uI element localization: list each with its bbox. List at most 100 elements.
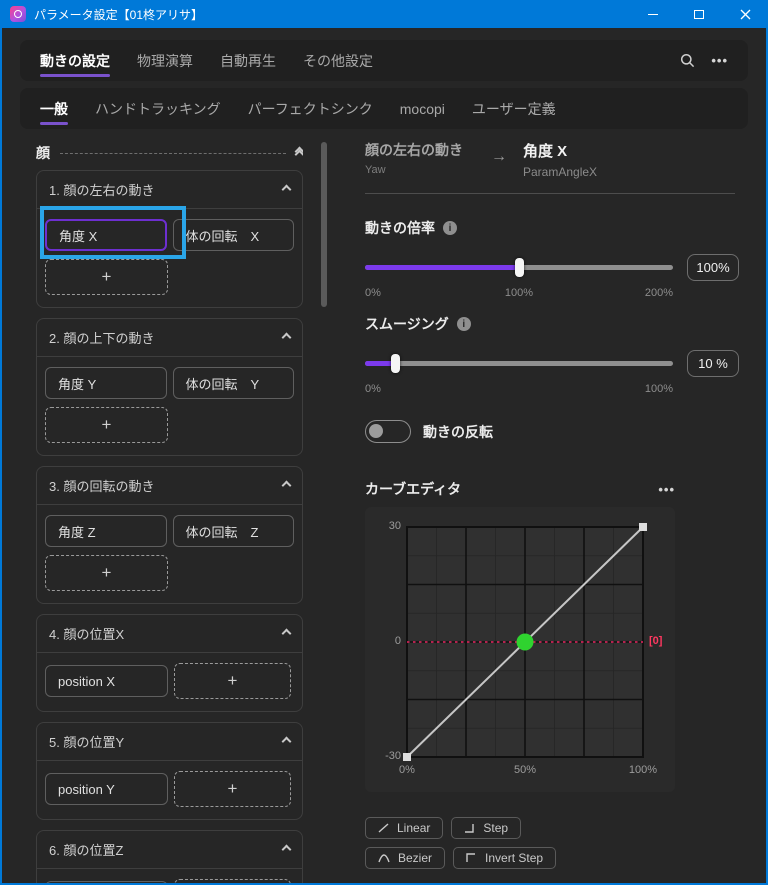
- mapping-header: 顔の左右の動き Yaw → 角度 X ParamAngleX: [365, 140, 748, 179]
- scrollbar-thumb[interactable]: [321, 142, 327, 307]
- multiplier-slider[interactable]: [365, 258, 673, 277]
- section-header[interactable]: 5. 顔の位置Y: [37, 723, 302, 761]
- close-icon: [740, 9, 750, 19]
- sidebar-scrollbar: [321, 142, 327, 879]
- subtab-user-defined[interactable]: ユーザー定義: [472, 88, 556, 129]
- chevron-up-icon: [281, 480, 292, 491]
- chevron-up-icon: [281, 628, 292, 639]
- add-param-button[interactable]: +: [45, 555, 168, 591]
- tab-other-settings[interactable]: その他設定: [303, 40, 373, 81]
- subtab-perfect-sync[interactable]: パーフェクトシンク: [248, 88, 373, 129]
- smoothing-ticks: 0% 100%: [365, 383, 673, 395]
- subtab-hand-tracking[interactable]: ハンドトラッキング: [95, 88, 221, 129]
- invert-step-icon: [466, 853, 476, 862]
- subtab-mocopi[interactable]: mocopi: [400, 88, 445, 129]
- chevron-up-icon: [281, 844, 292, 855]
- multiplier-ticks: 0% 100% 200%: [365, 287, 673, 299]
- info-icon[interactable]: i: [456, 317, 471, 331]
- section-face-position-y: 5. 顔の位置Y position Y +: [36, 722, 303, 820]
- maximize-button[interactable]: [676, 0, 722, 28]
- more-menu-icon[interactable]: •••: [711, 53, 728, 68]
- add-param-button[interactable]: +: [174, 663, 291, 699]
- tab-physics[interactable]: 物理演算: [137, 40, 193, 81]
- collapse-all-icon[interactable]: [294, 146, 303, 160]
- divider: [365, 193, 735, 194]
- curve-endpoint-max[interactable]: [639, 523, 647, 531]
- section-face-horizontal: 1. 顔の左右の動き 角度 X 体の回転 X +: [36, 170, 303, 308]
- dashed-divider: [60, 152, 286, 154]
- y-axis-tick: 0: [394, 635, 401, 647]
- maximize-icon: [694, 9, 704, 19]
- param-button-position-y[interactable]: position Y: [45, 773, 168, 805]
- section-header[interactable]: 3. 顔の回転の動き: [37, 467, 302, 505]
- add-param-button[interactable]: +: [174, 879, 291, 883]
- param-button-body-rotation-x[interactable]: 体の回転 X: [172, 219, 294, 251]
- minimize-icon: [648, 13, 658, 15]
- step-icon: [465, 824, 475, 833]
- group-header-face[interactable]: 顔: [36, 140, 303, 166]
- invert-motion-toggle[interactable]: [365, 420, 411, 443]
- invert-motion-label: 動きの反転: [423, 423, 493, 440]
- param-button-body-rotation-z[interactable]: 体の回転 Z: [172, 515, 294, 547]
- group-title: 顔: [36, 145, 50, 161]
- section-face-position-z: 6. 顔の位置Z scale +: [36, 830, 303, 883]
- curve-menu-icon[interactable]: •••: [658, 482, 675, 497]
- tab-auto-play[interactable]: 自動再生: [220, 40, 276, 81]
- parameter-sidebar: 顔 1. 顔の左右の動き 角度 X 体の回転 X + 2. 顔の上下の動き 角度…: [36, 140, 303, 883]
- add-param-button[interactable]: +: [45, 407, 168, 443]
- parameter-detail-pane: 顔の左右の動き Yaw → 角度 X ParamAngleX 動きの倍率 i 1…: [365, 140, 748, 869]
- chevron-up-icon: [281, 332, 292, 343]
- section-header[interactable]: 4. 顔の位置X: [37, 615, 302, 653]
- param-button-angle-z[interactable]: 角度 Z: [45, 515, 167, 547]
- param-button-scale[interactable]: scale: [45, 881, 168, 883]
- x-axis-tick: 100%: [628, 764, 658, 776]
- sub-tab-bar: 一般 ハンドトラッキング パーフェクトシンク mocopi ユーザー定義: [20, 88, 748, 129]
- titlebar: パラメータ設定【01柊アリサ】: [0, 0, 768, 28]
- step-button[interactable]: Step: [451, 817, 522, 839]
- search-icon[interactable]: [680, 53, 695, 68]
- multiplier-label-row: 動きの倍率 i: [365, 218, 748, 238]
- linear-button[interactable]: Linear: [365, 817, 444, 839]
- param-button-angle-x[interactable]: 角度 X: [45, 219, 167, 251]
- multiplier-value-field[interactable]: 100%: [687, 254, 739, 281]
- smoothing-slider[interactable]: [365, 354, 673, 373]
- section-face-position-x: 4. 顔の位置X position X +: [36, 614, 303, 712]
- param-button-body-rotation-y[interactable]: 体の回転 Y: [172, 367, 294, 399]
- curve-editor-title: カーブエディタ: [365, 481, 462, 497]
- y-axis-tick: 30: [388, 520, 401, 532]
- add-param-button[interactable]: +: [45, 259, 168, 295]
- close-button[interactable]: [722, 0, 768, 28]
- curve-endpoint-min[interactable]: [403, 753, 411, 761]
- parameter-settings-window: パラメータ設定【01柊アリサ】 動きの設定 物理演算 自動再生 その他設定 ••…: [0, 0, 768, 885]
- subtab-general[interactable]: 一般: [40, 88, 68, 129]
- chevron-up-icon: [281, 184, 292, 195]
- curve-tool-buttons: Linear Step Bezier Invert Step: [365, 817, 748, 869]
- x-axis-tick: 0%: [399, 764, 415, 776]
- section-face-vertical: 2. 顔の上下の動き 角度 Y 体の回転 Y +: [36, 318, 303, 456]
- info-icon[interactable]: i: [443, 221, 457, 235]
- section-header[interactable]: 2. 顔の上下の動き: [37, 319, 302, 357]
- bezier-icon: [378, 854, 390, 863]
- main-tab-bar: 動きの設定 物理演算 自動再生 その他設定 •••: [20, 40, 748, 81]
- y-axis-tick: -30: [385, 750, 401, 762]
- zero-line-label: [0]: [649, 635, 663, 647]
- selected-curve-point[interactable]: [516, 633, 534, 651]
- section-header[interactable]: 1. 顔の左右の動き: [37, 171, 302, 209]
- curve-editor-canvas[interactable]: 30 0 -30 [0] 0% 50% 100%: [365, 507, 675, 792]
- slider-handle[interactable]: [391, 354, 401, 373]
- tab-motion-settings[interactable]: 動きの設定: [40, 40, 110, 81]
- invert-step-button[interactable]: Invert Step: [453, 847, 557, 869]
- add-param-button[interactable]: +: [174, 771, 291, 807]
- param-button-angle-y[interactable]: 角度 Y: [45, 367, 167, 399]
- bezier-button[interactable]: Bezier: [365, 847, 446, 869]
- linear-icon: [378, 823, 389, 833]
- mapping-source: 顔の左右の動き Yaw: [365, 142, 463, 176]
- minimize-button[interactable]: [630, 0, 676, 28]
- section-face-rotation: 3. 顔の回転の動き 角度 Z 体の回転 Z +: [36, 466, 303, 604]
- slider-handle[interactable]: [514, 258, 524, 277]
- smoothing-value-field[interactable]: 10 %: [687, 350, 739, 377]
- section-header[interactable]: 6. 顔の位置Z: [37, 831, 302, 869]
- param-button-position-x[interactable]: position X: [45, 665, 168, 697]
- x-axis-tick: 50%: [513, 764, 537, 776]
- chevron-up-icon: [281, 736, 292, 747]
